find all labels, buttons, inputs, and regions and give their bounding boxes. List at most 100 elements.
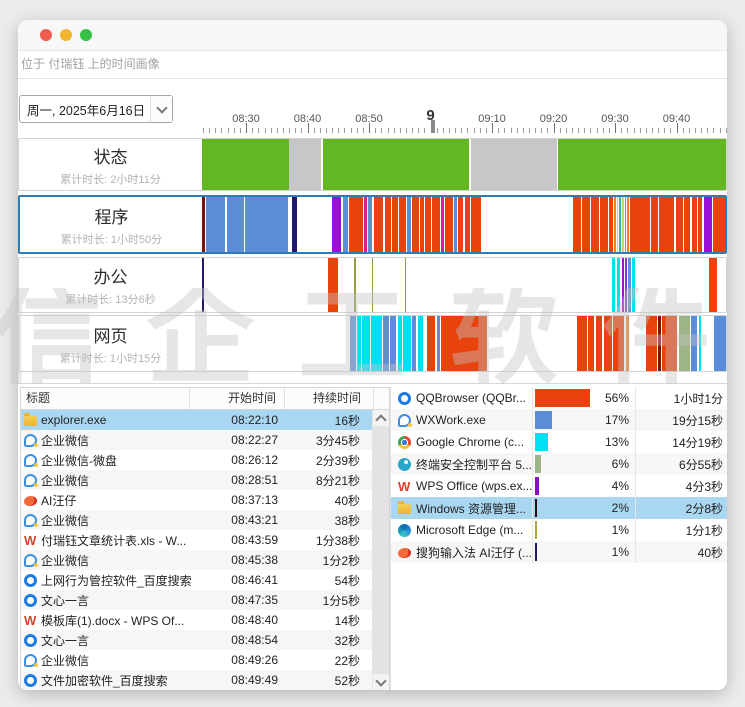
timeline-bars[interactable] [202,258,726,312]
timeline-segment[interactable] [392,197,397,252]
timeline-segment[interactable] [612,258,615,312]
timeline-segment[interactable] [692,197,697,252]
timeline-segment[interactable] [289,139,321,190]
timeline-segment[interactable] [441,316,487,371]
timeline-row-程序[interactable]: 程序累计时长: 1小时50分 [18,195,727,254]
timeline-segment[interactable] [371,316,381,371]
timeline-segment[interactable] [617,258,620,312]
timeline-segment[interactable] [354,258,356,312]
timeline-segment[interactable] [323,139,469,190]
timeline-segment[interactable] [679,316,690,371]
timeline-segment[interactable] [292,197,297,252]
table-row[interactable]: 企业微信08:22:273分45秒 [21,430,372,450]
timeline-segment[interactable] [399,197,406,252]
app-usage-row[interactable]: Microsoft Edge (m...1%1分1秒 [391,519,727,541]
table-row[interactable]: 企业微信08:49:2622秒 [21,650,372,670]
table-row[interactable]: 企业微信08:28:518分21秒 [21,470,372,490]
table-row[interactable]: explorer.exe08:22:1016秒 [21,410,372,430]
column-header-start-time[interactable]: 开始时间 [190,388,285,409]
timeline-segment[interactable] [626,316,629,371]
app-usage-row[interactable]: Windows 资源管理...2%2分8秒 [391,497,727,519]
app-usage-row[interactable]: 搜狗输入法 AI汪仔 (...1%40秒 [391,541,727,563]
timeline-segment[interactable] [658,316,661,371]
timeline-segment[interactable] [437,316,440,371]
scroll-up-icon[interactable] [373,410,389,426]
timeline-segment[interactable] [627,197,629,252]
timeline-segment[interactable] [458,197,464,252]
timeline-segment[interactable] [349,197,363,252]
timeline-segment[interactable] [412,197,418,252]
timeline-segment[interactable] [398,316,402,371]
timeline-segment[interactable] [202,139,289,190]
timeline-segment[interactable] [454,197,457,252]
table-row[interactable]: 文心一言08:48:5432秒 [21,630,372,650]
timeline-segment[interactable] [698,197,702,252]
timeline-segment[interactable] [676,197,683,252]
timeline-segment[interactable] [372,258,374,312]
timeline-segment[interactable] [403,316,410,371]
timeline-segment[interactable] [364,197,367,252]
timeline-segment[interactable] [625,258,627,312]
timeline-segment[interactable] [405,258,407,312]
timeline-segment[interactable] [596,316,602,371]
timeline-segment[interactable] [385,197,392,252]
timeline-segment[interactable] [465,197,471,252]
timeline-segment[interactable] [632,258,635,312]
timeline-segment[interactable] [699,316,701,371]
timeline-segment[interactable] [427,316,435,371]
maximize-button[interactable] [80,29,92,41]
app-usage-row[interactable]: WPS Office (wps.ex...4%4分3秒 [391,475,727,497]
timeline-segment[interactable] [412,316,416,371]
timeline-segment[interactable] [445,197,453,252]
timeline-segment[interactable] [613,316,624,371]
timeline-segment[interactable] [362,316,369,371]
timeline-segment[interactable] [684,197,690,252]
timeline-segment[interactable] [625,197,627,252]
timeline-row-办公[interactable]: 办公累计时长: 13分6秒 [18,257,727,313]
timeline-segment[interactable] [588,316,594,371]
close-button[interactable] [40,29,52,41]
timeline-segment[interactable] [227,197,244,252]
timeline-segment[interactable] [577,316,586,371]
timeline-segment[interactable] [383,316,388,371]
timeline-bars[interactable] [202,316,726,371]
timeline-segment[interactable] [609,197,613,252]
table-row[interactable]: 企业微信08:45:381分2秒 [21,550,372,570]
table-row[interactable]: 模板库(1).docx - WPS Of...08:48:4014秒 [21,610,372,630]
timeline-segment[interactable] [582,197,590,252]
timeline-segment[interactable] [206,197,225,252]
table-row[interactable]: AI汪仔08:37:1340秒 [21,490,372,510]
timeline-segment[interactable] [662,316,677,371]
timeline-segment[interactable] [622,258,624,312]
timeline-segment[interactable] [573,197,580,252]
timeline-segment[interactable] [390,316,396,371]
timeline-segment[interactable] [407,197,411,252]
app-usage-row[interactable]: WXWork.exe17%19分15秒 [391,409,727,431]
timeline-segment[interactable] [471,139,557,190]
timeline-segment[interactable] [591,197,599,252]
timeline-segment[interactable] [441,197,444,252]
table-row[interactable]: 上网行为管控软件_百度搜索08:46:4154秒 [21,570,372,590]
timeline-segment[interactable] [709,258,716,312]
table-row[interactable]: 文心一言08:47:351分5秒 [21,590,372,610]
minimize-button[interactable] [60,29,72,41]
timeline-segment[interactable] [202,197,205,252]
app-usage-row[interactable]: 终端安全控制平台 5....6%6分55秒 [391,453,727,475]
timeline-segment[interactable] [628,258,631,312]
timeline-segment[interactable] [622,197,624,252]
timeline-segment[interactable] [357,316,361,371]
timeline-row-网页[interactable]: 网页累计时长: 1小时15分 [18,315,727,372]
app-usage-row[interactable]: Google Chrome (c...13%14分19秒 [391,431,727,453]
scroll-down-icon[interactable] [373,674,389,690]
timeline-segment[interactable] [558,139,726,190]
timeline-segment[interactable] [328,258,338,312]
timeline-segment[interactable] [471,197,481,252]
timeline-segment[interactable] [704,197,712,252]
timeline-segment[interactable] [713,197,725,252]
timeline-segment[interactable] [343,197,349,252]
table-row[interactable]: 付瑞钰文章统计表.xls - W...08:43:591分38秒 [21,530,372,550]
timeline-segment[interactable] [604,316,612,371]
timeline-segment[interactable] [350,316,356,371]
timeline-segment[interactable] [600,197,608,252]
timeline-segment[interactable] [619,197,621,252]
